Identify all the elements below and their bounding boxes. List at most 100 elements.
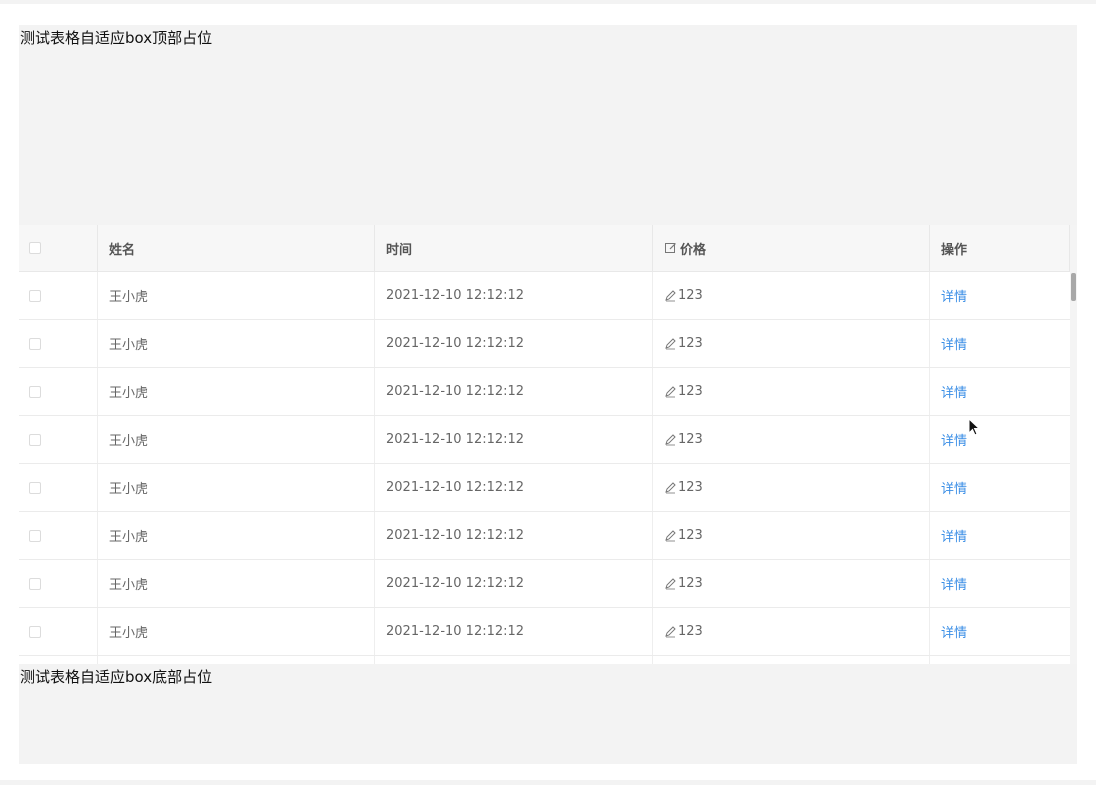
pen-icon	[664, 625, 677, 638]
time-value: 2021-12-10 12:12:12	[386, 384, 525, 399]
price-cell[interactable]: 123	[653, 272, 930, 319]
price-value: 123	[678, 432, 703, 447]
time-value: 2021-12-10 12:12:12	[386, 432, 525, 447]
scrollbar-thumb[interactable]	[1071, 273, 1076, 301]
select-all-checkbox[interactable]	[29, 242, 41, 254]
time-cell: 2021-12-10 12:12:12	[375, 608, 653, 655]
vertical-scrollbar[interactable]	[1070, 225, 1077, 664]
price-cell[interactable]: 123	[653, 512, 930, 559]
price-cell[interactable]: 123	[653, 368, 930, 415]
time-cell: 2021-12-10 12:12:12	[375, 560, 653, 607]
pen-icon	[664, 481, 677, 494]
detail-link[interactable]: 详情	[941, 382, 967, 401]
detail-link[interactable]: 详情	[941, 526, 967, 545]
time-cell: 2021-12-10 12:12:12	[375, 512, 653, 559]
detail-link[interactable]: 详情	[941, 574, 967, 593]
row-checkbox[interactable]	[29, 577, 41, 590]
header-time: 时间	[375, 225, 653, 271]
detail-link[interactable]: 详情	[941, 430, 967, 449]
name-cell: 王小虎	[98, 512, 375, 559]
cursor-icon	[968, 417, 982, 438]
time-value: 2021-12-10 12:12:12	[386, 288, 525, 303]
table-body: 王小虎 2021-12-10 12:12:12 123 详情 王小虎 2021-…	[19, 272, 1070, 664]
time-cell: 2021-12-10 12:12:12	[375, 320, 653, 367]
table-row: 王小虎 2021-12-10 12:12:12 123 详情	[19, 464, 1070, 512]
time-value: 2021-12-10 12:12:12	[386, 336, 525, 351]
time-value: 2021-12-10 12:12:12	[386, 528, 525, 543]
row-checkbox[interactable]	[29, 625, 41, 638]
operation-cell: 详情	[930, 560, 1070, 607]
table-row: 王小虎 2021-12-10 12:12:12 123 详情	[19, 416, 1070, 464]
name-cell: 王小虎	[98, 368, 375, 415]
detail-link[interactable]: 详情	[941, 478, 967, 497]
operation-cell: 详情	[930, 368, 1070, 415]
price-value: 123	[678, 384, 703, 399]
detail-link[interactable]: 详情	[941, 334, 967, 353]
price-cell[interactable]: 123	[653, 416, 930, 463]
top-strip	[0, 0, 1096, 4]
pen-icon	[664, 433, 677, 446]
bottom-placeholder-text: 测试表格自适应box底部占位	[20, 668, 213, 686]
price-value: 123	[678, 528, 703, 543]
pen-icon	[664, 385, 677, 398]
pen-icon	[664, 529, 677, 542]
table-row: 王小虎 2021-12-10 12:12:12 123 详情	[19, 320, 1070, 368]
name-cell: 王小虎	[98, 272, 375, 319]
table-row: 王小虎 2021-12-10 12:12:12 123 详情	[19, 272, 1070, 320]
row-checkbox[interactable]	[29, 289, 41, 302]
header-price: 价格	[653, 225, 930, 271]
price-value: 123	[678, 624, 703, 639]
price-cell[interactable]: 123	[653, 320, 930, 367]
table-row-partial	[19, 656, 1070, 664]
table-row: 王小虎 2021-12-10 12:12:12 123 详情	[19, 560, 1070, 608]
time-cell: 2021-12-10 12:12:12	[375, 368, 653, 415]
operation-cell: 详情	[930, 320, 1070, 367]
row-checkbox-cell	[19, 272, 98, 319]
time-cell: 2021-12-10 12:12:12	[375, 464, 653, 511]
row-checkbox[interactable]	[29, 481, 41, 494]
detail-link[interactable]: 详情	[941, 622, 967, 641]
table-header: 姓名 时间 价格 操作	[19, 225, 1070, 272]
row-checkbox[interactable]	[29, 529, 41, 542]
price-cell[interactable]: 123	[653, 464, 930, 511]
header-operation: 操作	[930, 225, 1070, 271]
name-cell: 王小虎	[98, 320, 375, 367]
name-value: 王小虎	[109, 434, 149, 449]
price-cell[interactable]: 123	[653, 608, 930, 655]
top-placeholder-text: 测试表格自适应box顶部占位	[20, 29, 213, 47]
price-cell[interactable]: 123	[653, 560, 930, 607]
name-value: 王小虎	[109, 578, 149, 593]
price-value: 123	[678, 576, 703, 591]
name-cell	[98, 656, 375, 664]
time-cell: 2021-12-10 12:12:12	[375, 416, 653, 463]
operation-cell: 详情	[930, 416, 1070, 463]
header-operation-label: 操作	[941, 242, 968, 258]
row-checkbox[interactable]	[29, 337, 41, 350]
header-name: 姓名	[98, 225, 375, 271]
edit-icon	[664, 241, 678, 255]
row-checkbox-cell	[19, 368, 98, 415]
row-checkbox[interactable]	[29, 433, 41, 446]
row-checkbox-cell	[19, 512, 98, 559]
page: 测试表格自适应box顶部占位 姓名 时间 价格 操作 王小虎 2021-12-1…	[0, 0, 1096, 785]
operation-cell: 详情	[930, 608, 1070, 655]
time-value: 2021-12-10 12:12:12	[386, 480, 525, 495]
header-price-label: 价格	[680, 242, 707, 258]
time-value: 2021-12-10 12:12:12	[386, 576, 525, 591]
pen-icon	[664, 577, 677, 590]
detail-link[interactable]: 详情	[941, 286, 967, 305]
name-value: 王小虎	[109, 626, 149, 641]
row-checkbox-cell	[19, 560, 98, 607]
name-value: 王小虎	[109, 482, 149, 497]
top-placeholder-box: 测试表格自适应box顶部占位	[19, 25, 1077, 225]
name-cell: 王小虎	[98, 608, 375, 655]
name-value: 王小虎	[109, 530, 149, 545]
pen-icon	[664, 289, 677, 302]
row-checkbox-cell	[19, 464, 98, 511]
pen-icon	[664, 337, 677, 350]
row-checkbox-cell	[19, 608, 98, 655]
row-checkbox[interactable]	[29, 385, 41, 398]
name-value: 王小虎	[109, 386, 149, 401]
name-value: 王小虎	[109, 290, 149, 305]
operation-cell: 详情	[930, 272, 1070, 319]
